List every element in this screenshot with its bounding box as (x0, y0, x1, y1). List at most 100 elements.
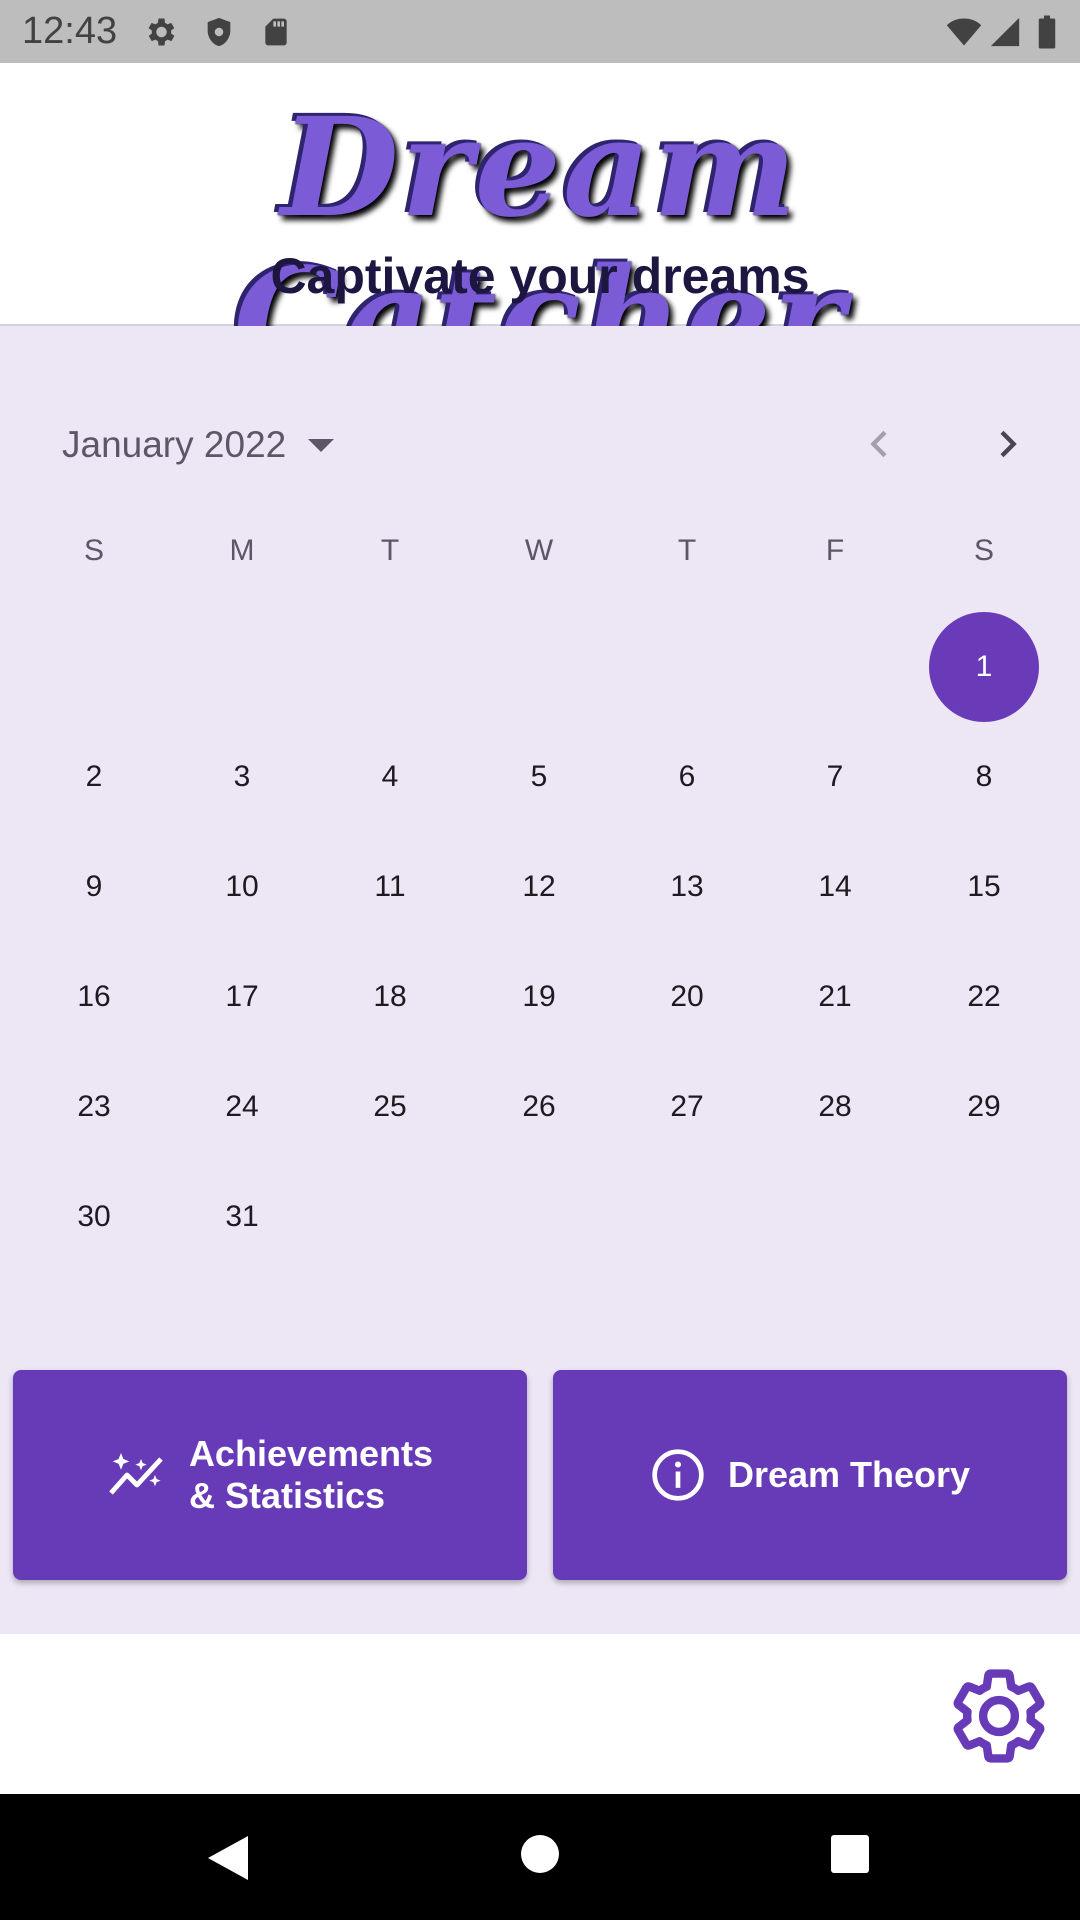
calendar-day[interactable]: 15 (910, 832, 1058, 942)
bottom-area (0, 1634, 1080, 1794)
day-number: 29 (967, 1090, 1001, 1123)
calendar-day[interactable]: 23 (20, 1052, 168, 1162)
recents-square-icon (831, 1835, 869, 1873)
auto-graph-icon (107, 1449, 167, 1501)
sd-card-icon (260, 14, 292, 55)
weekday-label: T (677, 534, 697, 567)
day-number: 31 (225, 1200, 259, 1233)
system-navigation-bar (0, 1794, 1080, 1920)
calendar-day[interactable]: 27 (613, 1052, 761, 1162)
day-number: 2 (85, 760, 103, 793)
calendar-day-selected[interactable]: 1 (910, 612, 1058, 722)
settings-icon (142, 14, 178, 55)
shield-icon (202, 14, 236, 55)
calendar-day[interactable]: 9 (20, 832, 168, 942)
day-number: 11 (374, 870, 406, 903)
day-number: 7 (826, 760, 844, 793)
gear-icon (953, 1669, 1045, 1763)
signal-icon (988, 14, 1022, 55)
status-time: 12:43 (22, 10, 118, 52)
day-number: 1 (929, 612, 1039, 722)
calendar-day[interactable]: 31 (168, 1162, 316, 1272)
calendar-day[interactable]: 11 (316, 832, 464, 942)
month-year-selector[interactable]: January 2022 (62, 410, 335, 480)
chevron-left-icon (870, 430, 887, 458)
next-month-button[interactable] (967, 404, 1047, 484)
day-number: 14 (818, 870, 852, 903)
status-bar: 12:43 (0, 0, 1080, 63)
day-number: 21 (818, 980, 852, 1013)
calendar-day[interactable]: 7 (761, 722, 909, 832)
calendar-day[interactable]: 18 (316, 942, 464, 1052)
day-number: 13 (670, 870, 704, 903)
day-number: 22 (967, 980, 1001, 1013)
dream-theory-button[interactable]: Dream Theory (553, 1370, 1067, 1580)
calendar-day[interactable]: 3 (168, 722, 316, 832)
weekday-label: S (973, 534, 994, 567)
home-circle-icon (521, 1835, 559, 1873)
day-number: 15 (967, 870, 1001, 903)
achievements-label-line1: Achievements (188, 1433, 434, 1474)
day-number: 27 (670, 1090, 704, 1123)
calendar-day[interactable]: 25 (316, 1052, 464, 1162)
day-number: 28 (818, 1090, 852, 1123)
day-number: 10 (225, 870, 259, 903)
previous-month-button[interactable] (840, 404, 920, 484)
calendar-day[interactable]: 13 (613, 832, 761, 942)
calendar-day[interactable]: 20 (613, 942, 761, 1052)
dream-theory-label: Dream Theory (727, 1454, 971, 1495)
calendar-day[interactable]: 28 (761, 1052, 909, 1162)
back-triangle-icon (208, 1836, 248, 1880)
calendar-day[interactable]: 16 (20, 942, 168, 1052)
calendar-day[interactable]: 10 (168, 832, 316, 942)
day-number: 18 (373, 980, 407, 1013)
day-number: 30 (77, 1200, 111, 1233)
day-number: 19 (522, 980, 556, 1013)
weekday-label: W (524, 534, 554, 567)
dropdown-arrow-icon (308, 438, 335, 452)
back-button[interactable] (204, 1834, 250, 1887)
calendar-day[interactable]: 22 (910, 942, 1058, 1052)
day-number: 23 (77, 1090, 111, 1123)
calendar-day[interactable]: 5 (465, 722, 613, 832)
weekday-label: S (83, 534, 104, 567)
day-number: 4 (381, 760, 399, 793)
weekday-label: T (380, 534, 400, 567)
day-number: 3 (233, 760, 251, 793)
day-number: 26 (522, 1090, 556, 1123)
app-subtitle: Captivate your dreams (270, 248, 810, 304)
settings-button[interactable] (946, 1663, 1052, 1769)
info-icon (650, 1447, 706, 1503)
calendar-day[interactable]: 17 (168, 942, 316, 1052)
day-number: 8 (975, 760, 993, 793)
day-number: 6 (678, 760, 696, 793)
day-number: 5 (530, 760, 548, 793)
day-number: 25 (373, 1090, 407, 1123)
calendar-day[interactable]: 21 (761, 942, 909, 1052)
recents-button[interactable] (830, 1834, 870, 1879)
calendar-day[interactable]: 12 (465, 832, 613, 942)
calendar-day[interactable]: 6 (613, 722, 761, 832)
day-number: 12 (522, 870, 556, 903)
weekday-label: M (229, 534, 255, 567)
wifi-icon (944, 14, 984, 55)
calendar-day[interactable]: 24 (168, 1052, 316, 1162)
day-number: 16 (77, 980, 111, 1013)
day-number: 20 (670, 980, 704, 1013)
calendar-day[interactable]: 30 (20, 1162, 168, 1272)
calendar-day[interactable]: 26 (465, 1052, 613, 1162)
weekday-label: F (825, 534, 845, 567)
day-number: 9 (85, 870, 103, 903)
calendar-day[interactable]: 29 (910, 1052, 1058, 1162)
home-button[interactable] (520, 1834, 560, 1879)
app-header: Dream Catcher Captivate your dreams (0, 63, 1080, 393)
battery-icon (1036, 14, 1058, 55)
day-number: 24 (225, 1090, 259, 1123)
calendar-day[interactable]: 8 (910, 722, 1058, 832)
calendar-day[interactable]: 2 (20, 722, 168, 832)
calendar-day[interactable]: 19 (465, 942, 613, 1052)
calendar-day[interactable]: 4 (316, 722, 464, 832)
achievements-statistics-button[interactable]: Achievements & Statistics (13, 1370, 527, 1580)
day-number: 17 (225, 980, 259, 1013)
calendar-day[interactable]: 14 (761, 832, 909, 942)
